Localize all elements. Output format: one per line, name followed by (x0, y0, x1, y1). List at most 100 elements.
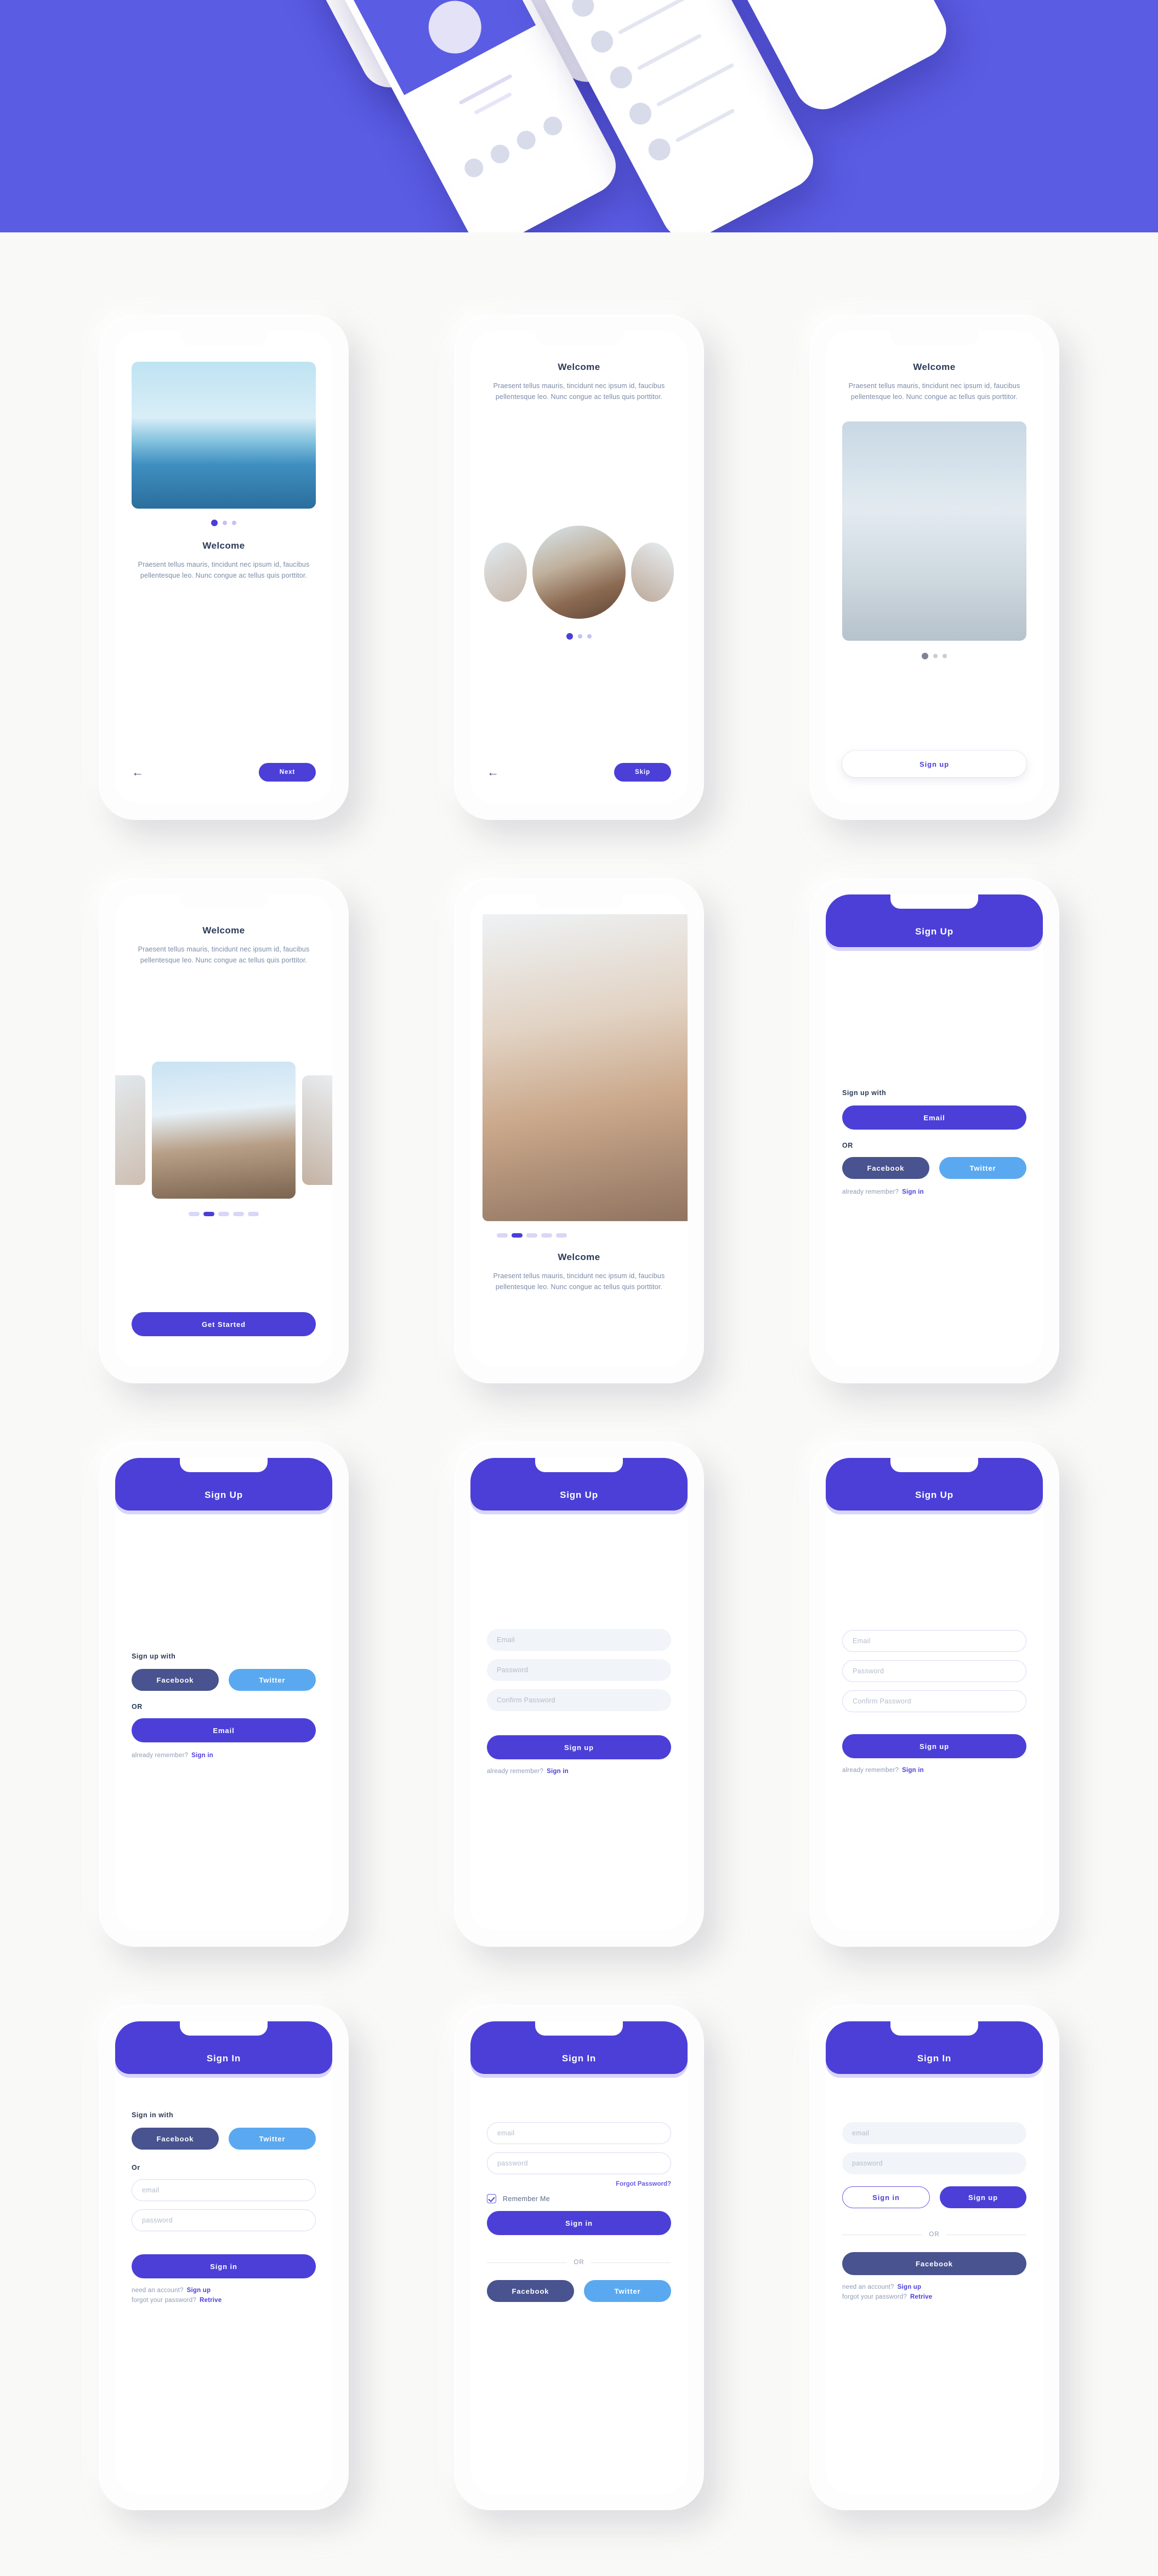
sign-in-button[interactable]: Sign in (132, 2254, 316, 2278)
facebook-button[interactable]: Facebook (842, 2252, 1026, 2275)
page-title: Welcome (913, 362, 956, 372)
email-button[interactable]: Email (132, 1718, 316, 1742)
carousel-photo-active[interactable] (532, 526, 626, 619)
password-field[interactable]: password (487, 2152, 671, 2174)
facebook-button[interactable]: Facebook (842, 1157, 929, 1179)
carousel-bar[interactable] (248, 1212, 259, 1217)
carousel-photo-next[interactable] (631, 543, 674, 602)
twitter-button[interactable]: Twitter (229, 2128, 316, 2150)
carousel-dots[interactable] (842, 652, 1026, 659)
password-field[interactable]: password (132, 2209, 316, 2231)
retrieve-link[interactable]: Retrive (910, 2294, 932, 2300)
or-label: OR (132, 1703, 143, 1711)
password-field[interactable]: password (842, 2152, 1026, 2174)
page-title: Welcome (202, 925, 245, 936)
footer-signin-prompt: already remember? Sign in (132, 1752, 316, 1759)
twitter-button[interactable]: Twitter (584, 2280, 671, 2302)
next-button[interactable]: Next (259, 763, 316, 782)
phone-notch (535, 894, 623, 909)
carousel-bar[interactable] (541, 1233, 552, 1238)
confirm-password-field[interactable]: Confirm Password (842, 1690, 1026, 1712)
facebook-button[interactable]: Facebook (132, 1669, 219, 1691)
sign-in-button[interactable]: Sign in (487, 2211, 671, 2235)
password-field[interactable]: Password (487, 1659, 671, 1681)
carousel-bar[interactable] (218, 1212, 229, 1217)
circle-carousel[interactable] (470, 526, 688, 619)
social-buttons: Facebook Twitter (842, 1157, 1026, 1179)
footer-text: already remember? (842, 1767, 899, 1774)
email-button[interactable]: Email (842, 1105, 1026, 1130)
sign-up-link[interactable]: Sign up (898, 2284, 922, 2290)
app-bar: Sign In (115, 2021, 332, 2074)
get-started-button[interactable]: Get Started (132, 1312, 316, 1336)
onboarding-photo (842, 421, 1026, 641)
forgot-password-link[interactable]: Forgot Password? (487, 2181, 671, 2187)
carousel-dot[interactable] (922, 652, 928, 659)
app-bar-title: Sign Up (915, 926, 953, 937)
sign-up-button[interactable]: Sign up (487, 1735, 671, 1759)
twitter-button[interactable]: Twitter (939, 1157, 1026, 1179)
carousel-dot[interactable] (223, 521, 227, 525)
or-label: OR (929, 2231, 940, 2238)
carousel-dot[interactable] (943, 653, 947, 658)
carousel-dots[interactable] (487, 633, 671, 640)
confirm-password-field[interactable]: Confirm Password (487, 1689, 671, 1711)
back-arrow-icon[interactable]: ← (132, 766, 144, 778)
carousel-progress-bars[interactable] (132, 1212, 316, 1217)
phone-notch (180, 894, 268, 909)
carousel-bar[interactable] (512, 1233, 523, 1238)
carousel-dots[interactable] (132, 520, 316, 526)
carousel-dot[interactable] (566, 633, 573, 640)
carousel-bar[interactable] (203, 1212, 214, 1217)
facebook-button[interactable]: Facebook (132, 2128, 219, 2150)
skip-button[interactable]: Skip (614, 763, 671, 782)
sign-in-button[interactable]: Sign in (842, 2186, 930, 2208)
sign-up-button[interactable]: Sign up (842, 1734, 1026, 1758)
carousel-bar[interactable] (526, 1233, 537, 1238)
phone-notch (535, 331, 623, 345)
app-bar: Sign Up (115, 1458, 332, 1511)
phone-signup-social-first: Sign Up Sign up with Facebook Twitter OR… (99, 1441, 349, 1947)
carousel-bar[interactable] (233, 1212, 244, 1217)
card-carousel[interactable] (115, 1062, 332, 1199)
twitter-button[interactable]: Twitter (229, 1669, 316, 1691)
remember-me-row[interactable]: Remember Me (487, 2194, 671, 2203)
carousel-dot[interactable] (211, 520, 218, 526)
page-description: Praesent tellus mauris, tincidunt nec ip… (493, 1272, 665, 1291)
carousel-bar[interactable] (497, 1233, 508, 1238)
carousel-progress-bars[interactable] (470, 1233, 688, 1238)
divider-line (591, 2262, 671, 2263)
section-label: Sign up with (842, 1089, 887, 1097)
carousel-bar[interactable] (556, 1233, 567, 1238)
sign-up-button[interactable]: Sign up (940, 2186, 1026, 2208)
social-buttons: Facebook Twitter (487, 2280, 671, 2302)
sign-in-link[interactable]: Sign in (902, 1189, 924, 1195)
app-bar-title: Sign Up (915, 1490, 953, 1500)
email-field[interactable]: Email (487, 1629, 671, 1651)
email-field[interactable]: email (487, 2122, 671, 2144)
carousel-card-next[interactable] (302, 1075, 332, 1186)
carousel-dot[interactable] (587, 634, 592, 639)
carousel-photo-prev[interactable] (484, 543, 527, 602)
retrieve-link[interactable]: Retrive (200, 2297, 222, 2304)
sign-up-link[interactable]: Sign up (187, 2287, 211, 2294)
carousel-dot[interactable] (578, 634, 582, 639)
page-description: Praesent tellus mauris, tincidunt nec ip… (138, 561, 310, 580)
sign-in-link[interactable]: Sign in (902, 1767, 924, 1774)
back-arrow-icon[interactable]: ← (487, 766, 499, 778)
carousel-dot[interactable] (232, 521, 236, 525)
or-label: Or (132, 2164, 140, 2172)
sign-up-button[interactable]: Sign up (842, 751, 1026, 777)
email-field[interactable]: email (132, 2179, 316, 2201)
sign-in-link[interactable]: Sign in (191, 1752, 213, 1759)
password-field[interactable]: Password (842, 1660, 1026, 1682)
email-field[interactable]: Email (842, 1630, 1026, 1652)
carousel-card-prev[interactable] (115, 1075, 145, 1186)
carousel-card-active[interactable] (152, 1062, 296, 1199)
carousel-dot[interactable] (933, 653, 938, 658)
carousel-bar[interactable] (189, 1212, 200, 1217)
sign-in-link[interactable]: Sign in (547, 1768, 569, 1775)
email-field[interactable]: email (842, 2122, 1026, 2144)
facebook-button[interactable]: Facebook (487, 2280, 574, 2302)
remember-me-checkbox[interactable] (487, 2194, 496, 2203)
